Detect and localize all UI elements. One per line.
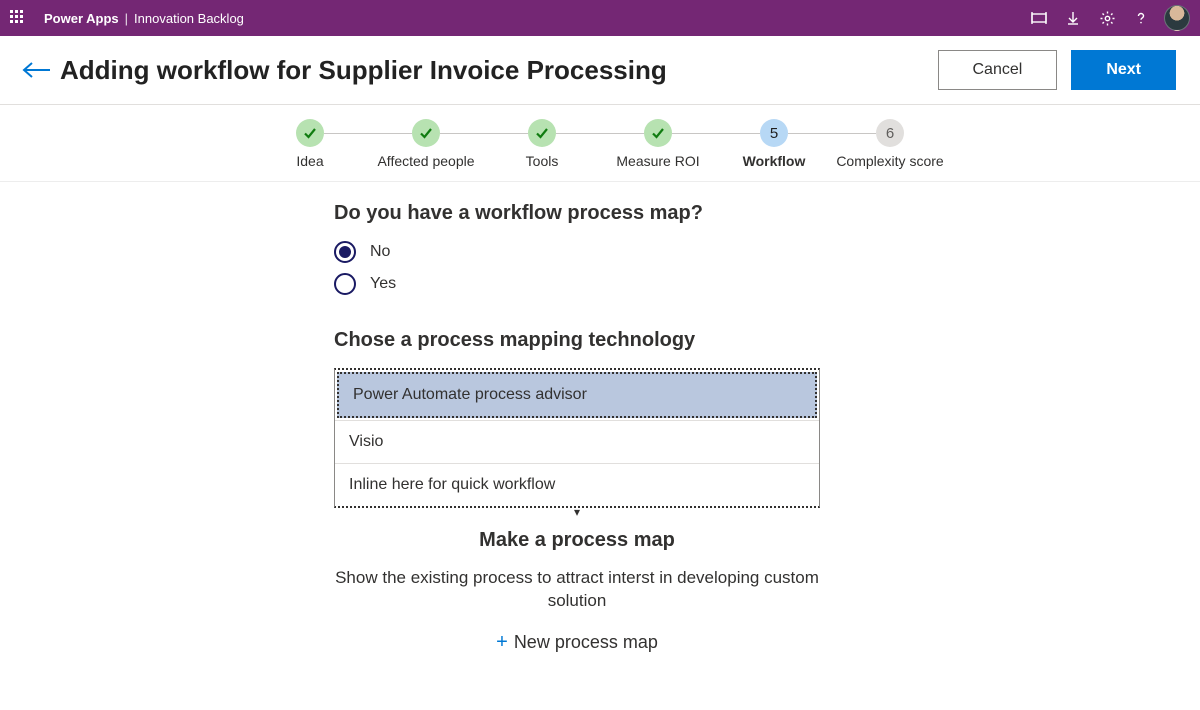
dropdown-caret-icon: ▾ xyxy=(334,507,820,517)
brand-label: Power Apps xyxy=(44,11,119,26)
check-icon xyxy=(412,119,440,147)
option-power-automate-process-advisor[interactable]: Power Automate process advisor xyxy=(337,372,817,418)
download-icon[interactable] xyxy=(1056,0,1090,36)
step-4[interactable]: Measure ROI xyxy=(600,119,716,171)
radio-icon xyxy=(334,273,356,295)
option-inline-here-for-quick-workflow[interactable]: Inline here for quick workflow xyxy=(335,463,819,506)
page-title: Adding workflow for Supplier Invoice Pro… xyxy=(60,55,924,86)
back-button[interactable] xyxy=(20,54,60,86)
wizard-content: Do you have a workflow process map? No Ye… xyxy=(0,182,1200,655)
radio-group-workflow-map: No Yes xyxy=(334,241,1200,295)
question-workflow-map: Do you have a workflow process map? xyxy=(334,202,1200,225)
step-number: 5 xyxy=(760,119,788,147)
avatar[interactable] xyxy=(1164,5,1190,31)
page-header: Adding workflow for Supplier Invoice Pro… xyxy=(0,36,1200,105)
step-label: Idea xyxy=(252,153,368,171)
make-process-map-sub: Show the existing process to attract int… xyxy=(334,566,820,614)
make-process-map-heading: Make a process map xyxy=(334,529,820,552)
step-label: Measure ROI xyxy=(600,153,716,171)
step-1[interactable]: Idea xyxy=(252,119,368,171)
step-5[interactable]: 5 Workflow xyxy=(716,119,832,171)
app-launcher-icon[interactable] xyxy=(10,10,26,26)
step-6[interactable]: 6 Complexity score xyxy=(832,119,948,171)
radio-label: No xyxy=(370,243,390,261)
step-2[interactable]: Affected people xyxy=(368,119,484,171)
check-icon xyxy=(528,119,556,147)
app-name-label: Innovation Backlog xyxy=(134,11,244,26)
cancel-button[interactable]: Cancel xyxy=(938,50,1058,90)
question-mapping-tech: Chose a process mapping technology xyxy=(334,329,1200,352)
step-label: Complexity score xyxy=(832,153,948,171)
step-label: Affected people xyxy=(368,153,484,171)
radio-icon xyxy=(334,241,356,263)
radio-label: Yes xyxy=(370,275,396,293)
next-button[interactable]: Next xyxy=(1071,50,1176,90)
brand-separator: | xyxy=(125,11,128,26)
step-label: Workflow xyxy=(716,153,832,171)
check-icon xyxy=(296,119,324,147)
option-visio[interactable]: Visio xyxy=(335,420,819,463)
new-process-map-label: New process map xyxy=(514,632,658,653)
fit-icon[interactable] xyxy=(1022,0,1056,36)
wizard-stepper: IdeaAffected peopleToolsMeasure ROI 5 Work… xyxy=(0,105,1200,182)
radio-yes[interactable]: Yes xyxy=(334,273,1200,295)
step-3[interactable]: Tools xyxy=(484,119,600,171)
plus-icon: + xyxy=(496,631,508,654)
new-process-map-button[interactable]: + New process map xyxy=(496,631,658,654)
radio-no[interactable]: No xyxy=(334,241,1200,263)
global-header: Power Apps | Innovation Backlog xyxy=(0,0,1200,36)
check-icon xyxy=(644,119,672,147)
settings-icon[interactable] xyxy=(1090,0,1124,36)
help-icon[interactable] xyxy=(1124,0,1158,36)
step-label: Tools xyxy=(484,153,600,171)
mapping-tech-listbox[interactable]: Power Automate process advisorVisioInlin… xyxy=(334,368,820,517)
step-number: 6 xyxy=(876,119,904,147)
